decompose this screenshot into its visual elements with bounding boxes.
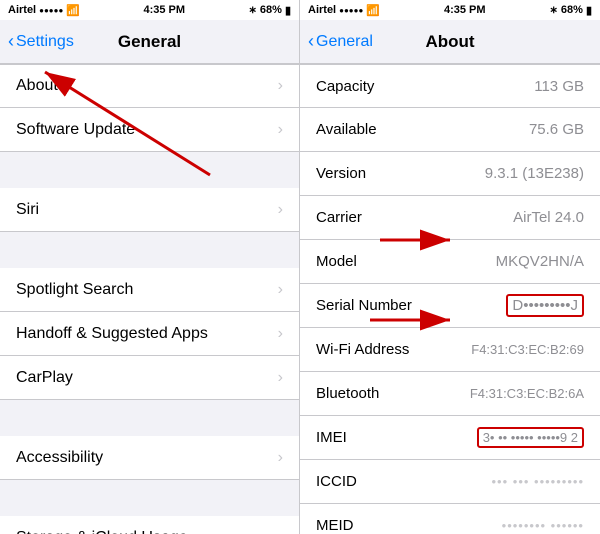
left-back-chevron-icon: ‹ (8, 31, 14, 52)
right-carrier: Airtel (308, 4, 336, 16)
info-version: Version 9.3.1 (13E238) (300, 152, 600, 196)
left-carrier: Airtel (8, 4, 36, 16)
spotlight-label: Spotlight Search (16, 281, 278, 299)
right-bluetooth-icon: ∗ (550, 5, 558, 16)
right-time: 4:35 PM (444, 4, 486, 16)
carplay-chevron-icon: › (278, 369, 283, 387)
list-item-accessibility[interactable]: Accessibility › (0, 436, 299, 480)
right-panel: Airtel ●●●●● 📶 4:35 PM ∗ 68% ▮ ‹ General… (300, 0, 600, 534)
storage-chevron-icon: › (278, 529, 283, 534)
left-signal: ●●●●● (39, 6, 63, 15)
wifi-address-label: Wi-Fi Address (316, 341, 471, 358)
gap-4 (0, 480, 299, 516)
left-back-label: Settings (16, 33, 74, 51)
right-back-chevron-icon: ‹ (308, 31, 314, 52)
carrier-label: Carrier (316, 209, 513, 226)
iccid-value: ••• ••• ••••••••• (492, 474, 585, 489)
right-back-button[interactable]: ‹ General (308, 31, 373, 52)
list-item-software-update[interactable]: Software Update › (0, 108, 299, 152)
bluetooth-label: Bluetooth (316, 385, 470, 402)
version-value: 9.3.1 (13E238) (485, 165, 584, 182)
siri-chevron-icon: › (278, 201, 283, 219)
serial-value: D•••••••••J (506, 294, 584, 317)
left-status-bar: Airtel ●●●●● 📶 4:35 PM ∗ 68% ▮ (0, 0, 299, 20)
right-wifi-icon: 📶 (366, 4, 380, 17)
list-item-handoff[interactable]: Handoff & Suggested Apps › (0, 312, 299, 356)
model-label: Model (316, 253, 496, 270)
info-bluetooth: Bluetooth F4:31:C3:EC:B2:6A (300, 372, 600, 416)
right-status-bar: Airtel ●●●●● 📶 4:35 PM ∗ 68% ▮ (300, 0, 600, 20)
left-nav-title: General (118, 32, 181, 52)
meid-value: •••••••• •••••• (502, 518, 584, 533)
imei-value: 3• •• ••••• •••••9 2 (477, 427, 584, 448)
software-update-chevron-icon: › (278, 121, 283, 139)
capacity-value: 113 GB (534, 78, 584, 95)
about-label: About (16, 77, 278, 95)
left-time: 4:35 PM (143, 4, 185, 16)
version-label: Version (316, 165, 485, 182)
serial-label: Serial Number (316, 297, 506, 314)
right-signal: ●●●●● (339, 6, 363, 15)
meid-label: MEID (316, 517, 502, 534)
left-bluetooth-icon: ∗ (249, 5, 257, 16)
imei-label: IMEI (316, 429, 477, 446)
available-value: 75.6 GB (529, 121, 584, 138)
info-serial: Serial Number D•••••••••J (300, 284, 600, 328)
handoff-label: Handoff & Suggested Apps (16, 325, 278, 343)
left-status-left: Airtel ●●●●● 📶 (8, 4, 80, 17)
spotlight-chevron-icon: › (278, 281, 283, 299)
capacity-label: Capacity (316, 78, 534, 95)
siri-label: Siri (16, 201, 278, 219)
gap-3 (0, 400, 299, 436)
info-meid: MEID •••••••• •••••• (300, 504, 600, 534)
right-status-left: Airtel ●●●●● 📶 (308, 4, 380, 17)
left-nav-bar: ‹ Settings General (0, 20, 299, 64)
list-item-about[interactable]: About › (0, 64, 299, 108)
right-status-right: ∗ 68% ▮ (550, 4, 592, 17)
info-imei: IMEI 3• •• ••••• •••••9 2 (300, 416, 600, 460)
left-panel: Airtel ●●●●● 📶 4:35 PM ∗ 68% ▮ ‹ Setting… (0, 0, 300, 534)
info-capacity: Capacity 113 GB (300, 64, 600, 108)
gap-1 (0, 152, 299, 188)
list-item-carplay[interactable]: CarPlay › (0, 356, 299, 400)
left-battery: 68% (260, 4, 282, 16)
right-battery: 68% (561, 4, 583, 16)
right-nav-title: About (425, 32, 474, 52)
software-update-label: Software Update (16, 121, 278, 139)
left-status-right: ∗ 68% ▮ (249, 4, 291, 17)
left-wifi-icon: 📶 (66, 4, 80, 17)
left-back-button[interactable]: ‹ Settings (8, 31, 74, 52)
model-value: MKQV2HN/A (496, 253, 584, 270)
gap-2 (0, 232, 299, 268)
carrier-value: AirTel 24.0 (513, 209, 584, 226)
carplay-label: CarPlay (16, 369, 278, 387)
iccid-label: ICCID (316, 473, 492, 490)
info-model: Model MKQV2HN/A (300, 240, 600, 284)
right-info-list: Capacity 113 GB Available 75.6 GB Versio… (300, 64, 600, 534)
wifi-address-value: F4:31:C3:EC:B2:69 (471, 342, 584, 357)
info-iccid: ICCID ••• ••• ••••••••• (300, 460, 600, 504)
list-item-storage[interactable]: Storage & iCloud Usage › (0, 516, 299, 534)
bluetooth-value: F4:31:C3:EC:B2:6A (470, 386, 584, 401)
left-battery-icon: ▮ (285, 4, 291, 17)
right-nav-bar: ‹ General About (300, 20, 600, 64)
info-available: Available 75.6 GB (300, 108, 600, 152)
right-battery-icon: ▮ (586, 4, 592, 17)
info-wifi-address: Wi-Fi Address F4:31:C3:EC:B2:69 (300, 328, 600, 372)
storage-label: Storage & iCloud Usage (16, 529, 278, 534)
left-list: About › Software Update › Siri › Spotlig… (0, 64, 299, 534)
accessibility-label: Accessibility (16, 449, 278, 467)
accessibility-chevron-icon: › (278, 449, 283, 467)
right-back-label: General (316, 33, 373, 51)
list-item-spotlight[interactable]: Spotlight Search › (0, 268, 299, 312)
about-chevron-icon: › (278, 77, 283, 95)
available-label: Available (316, 121, 529, 138)
list-item-siri[interactable]: Siri › (0, 188, 299, 232)
info-carrier: Carrier AirTel 24.0 (300, 196, 600, 240)
handoff-chevron-icon: › (278, 325, 283, 343)
